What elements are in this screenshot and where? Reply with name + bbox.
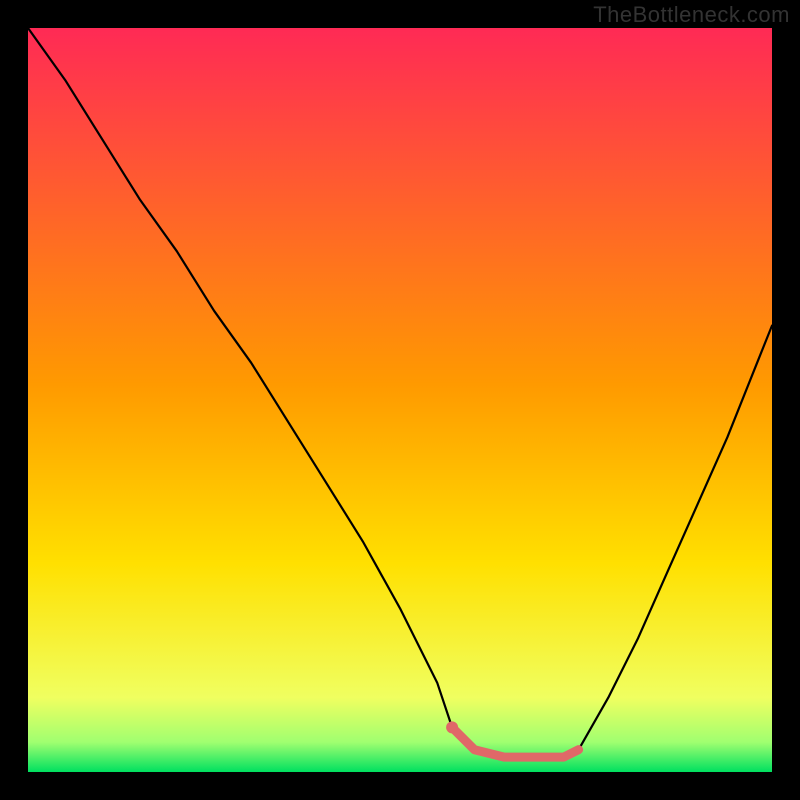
plot-svg <box>28 28 772 772</box>
optimal-band-start-marker <box>446 721 458 733</box>
chart-frame: TheBottleneck.com <box>0 0 800 800</box>
gradient-background <box>28 28 772 772</box>
plot-area <box>28 28 772 772</box>
watermark-text: TheBottleneck.com <box>593 2 790 28</box>
